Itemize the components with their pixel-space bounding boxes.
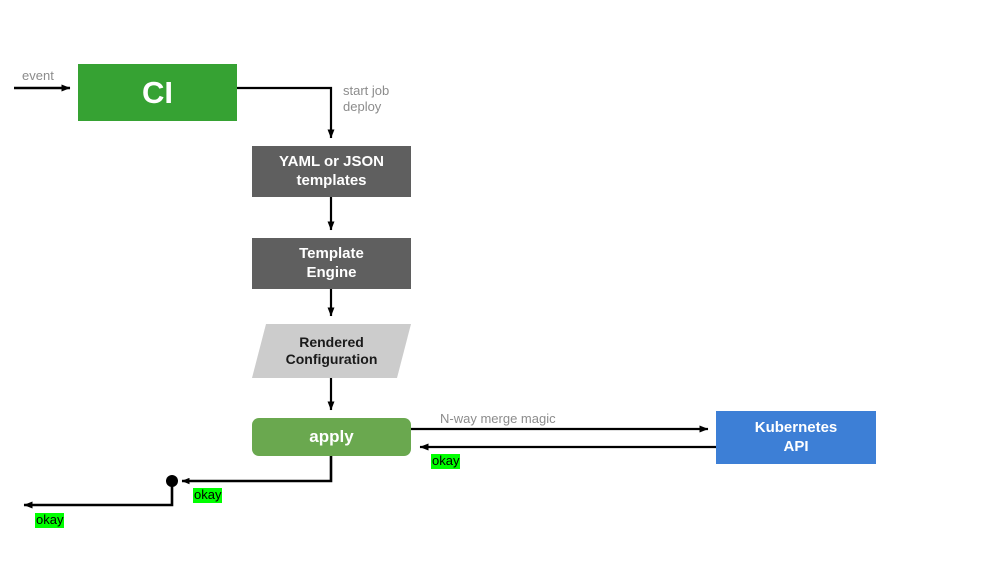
- node-templates[interactable]: [252, 146, 411, 197]
- okay-label-from-kubernetes: okay: [431, 453, 461, 469]
- edge-label-n-way-merge-magic: N-way merge magic: [440, 411, 556, 426]
- node-kubernetes-api[interactable]: [716, 411, 876, 464]
- node-ci[interactable]: [78, 64, 237, 121]
- node-template-engine[interactable]: [252, 238, 411, 289]
- diagram-canvas: [14, 64, 876, 509]
- junction-dot: [166, 475, 178, 487]
- edge-junction-to-output: [23, 481, 174, 509]
- okay-label-final: okay: [35, 512, 65, 528]
- edge-apply-to-junction: [181, 456, 333, 485]
- node-rendered-configuration[interactable]: [252, 324, 411, 378]
- node-apply[interactable]: [252, 418, 411, 456]
- edge-label-event: event: [22, 68, 54, 83]
- diagram-root: CI YAML or JSON templates Template Engin…: [0, 0, 1000, 562]
- okay-label-from-apply: okay: [193, 487, 223, 503]
- edge-label-start-job-deploy: start job deploy: [343, 83, 390, 115]
- edge-ci-to-templates: [237, 86, 335, 139]
